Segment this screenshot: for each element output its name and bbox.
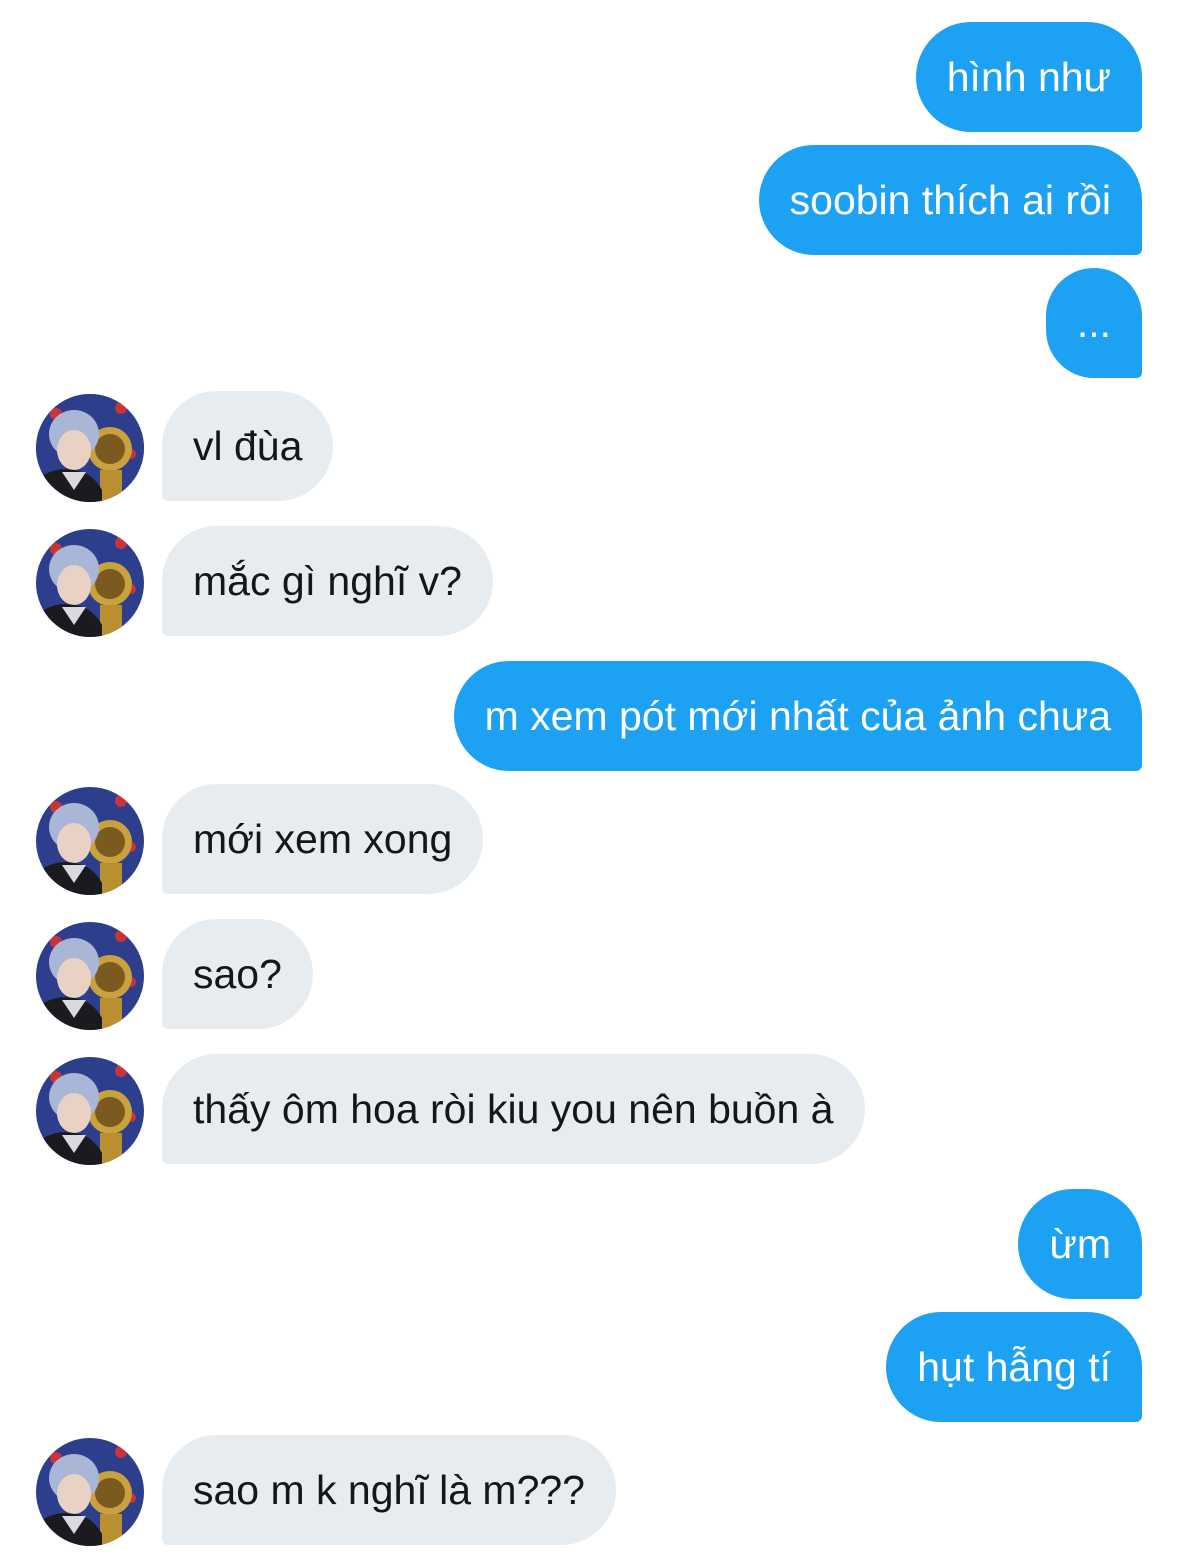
sent-message-bubble[interactable]: hình như — [915, 22, 1142, 132]
received-message-bubble[interactable]: mắc gì nghĩ v? — [162, 526, 493, 636]
avatar-photo-icon — [36, 529, 144, 637]
contact-avatar[interactable] — [36, 922, 144, 1030]
contact-avatar[interactable] — [36, 1438, 144, 1546]
sent-message-bubble[interactable]: hụt hẫng tí — [886, 1312, 1142, 1422]
message-row-received: sao? — [0, 919, 1179, 1030]
message-row-sent: hụt hẫng tí — [0, 1312, 1179, 1422]
message-row-sent: soobin thích ai rồi — [0, 145, 1179, 255]
message-row-received: mới xem xong — [0, 784, 1179, 895]
avatar-photo-icon — [36, 394, 144, 502]
message-row-sent: ừm — [0, 1189, 1179, 1299]
sent-message-bubble[interactable]: m xem pót mới nhất của ảnh chưa — [453, 661, 1142, 771]
avatar-photo-icon — [36, 922, 144, 1030]
sent-message-bubble[interactable]: ... — [1045, 268, 1142, 378]
sent-message-bubble[interactable]: ừm — [1018, 1189, 1142, 1299]
received-message-bubble[interactable]: mới xem xong — [162, 784, 484, 894]
received-message-bubble[interactable]: sao? — [162, 919, 313, 1029]
sent-message-bubble[interactable]: soobin thích ai rồi — [758, 145, 1142, 255]
avatar-photo-icon — [36, 1438, 144, 1546]
message-row-received: thấy ôm hoa ròi kiu you nên buồn à — [0, 1054, 1179, 1165]
message-row-sent: m xem pót mới nhất của ảnh chưa — [0, 661, 1179, 771]
message-row-received: mắc gì nghĩ v? — [0, 526, 1179, 637]
message-row-received: vl đùa — [0, 391, 1179, 502]
message-row-sent: ... — [0, 268, 1179, 378]
received-message-bubble[interactable]: sao m k nghĩ là m??? — [162, 1435, 616, 1545]
contact-avatar[interactable] — [36, 529, 144, 637]
message-row-received: sao m k nghĩ là m??? — [0, 1435, 1179, 1546]
avatar-photo-icon — [36, 1057, 144, 1165]
received-message-bubble[interactable]: vl đùa — [162, 391, 334, 501]
chat-thread: hình như soobin thích ai rồi ... vl đùa … — [0, 0, 1179, 1567]
message-row-sent: hình như — [0, 22, 1179, 132]
avatar-photo-icon — [36, 787, 144, 895]
contact-avatar[interactable] — [36, 1057, 144, 1165]
contact-avatar[interactable] — [36, 394, 144, 502]
received-message-bubble[interactable]: thấy ôm hoa ròi kiu you nên buồn à — [162, 1054, 865, 1164]
contact-avatar[interactable] — [36, 787, 144, 895]
